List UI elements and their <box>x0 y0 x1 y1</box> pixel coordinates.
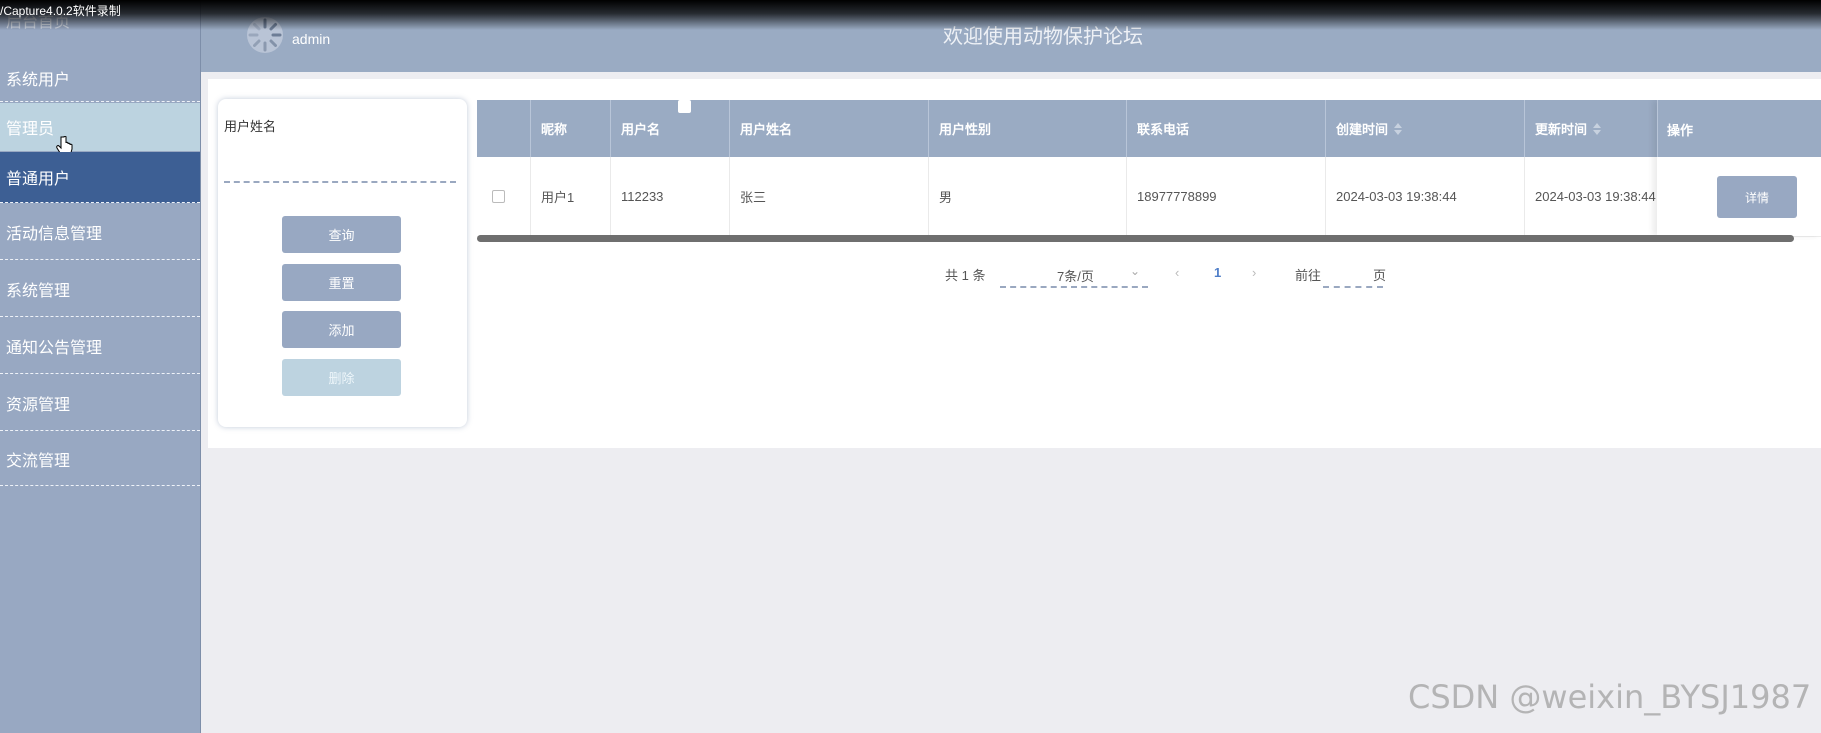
goto-label: 前往 <box>1295 268 1322 283</box>
sidebar-item-admins[interactable]: 管理员 <box>0 103 200 157</box>
cell-gender: 男 <box>929 157 1127 236</box>
sidebar-item-activities[interactable]: 活动信息管理 <box>0 204 200 260</box>
sidebar-item-home[interactable]: 后台首页 <box>0 6 200 34</box>
column-header: 用户性别 <box>929 100 1127 157</box>
username[interactable]: admin <box>292 31 330 47</box>
cell-phone: 18977778899 <box>1127 157 1326 236</box>
row-checkbox-cell <box>477 157 531 236</box>
header-checkbox-cell <box>477 100 691 157</box>
column-header: 操作 <box>1667 123 1694 138</box>
column-header-label: 更新时间 <box>1535 122 1588 137</box>
table-row: 用户1 112233 张三 男 18977778899 2024-03-03 1… <box>477 157 1821 237</box>
sidebar-item-label: 管理员 <box>6 121 55 138</box>
operations-column: 操作 详情 <box>1657 100 1821 236</box>
sidebar-item-notices[interactable]: 通知公告管理 <box>0 318 200 374</box>
sidebar: 后台首页 系统用户 管理员 普通用户 活动信息管理 系统管理 通知公告管理 资源… <box>0 0 201 733</box>
page-number-current[interactable]: 1 <box>1214 265 1221 280</box>
sort-icon[interactable] <box>1394 122 1403 136</box>
cell-realname: 张三 <box>730 157 929 236</box>
sidebar-item-exchange[interactable]: 交流管理 <box>0 432 200 486</box>
row-checkbox[interactable] <box>492 190 505 203</box>
search-card: 用户姓名 查询 重置 添加 删除 <box>218 99 467 427</box>
avatar <box>247 17 283 53</box>
chevron-down-icon: ⌄ <box>1129 264 1140 278</box>
column-header: 联系电话 <box>1127 100 1326 157</box>
add-button[interactable]: 添加 <box>282 311 401 348</box>
column-header: 用户姓名 <box>730 100 929 157</box>
page-size-value: 7条/页 <box>1057 269 1094 284</box>
cell-nickname: 用户1 <box>531 157 611 236</box>
cell-username: 112233 <box>611 157 730 236</box>
top-header: admin 欢迎使用动物保护论坛 <box>201 0 1821 72</box>
horizontal-scrollbar[interactable] <box>477 235 1794 242</box>
sidebar-item-resources[interactable]: 资源管理 <box>0 375 200 431</box>
column-header-sortable[interactable]: 创建时间 <box>1326 100 1525 157</box>
sidebar-item-system-settings[interactable]: 系统管理 <box>0 261 200 317</box>
sidebar-item-system-users[interactable]: 系统用户 <box>0 54 200 102</box>
cell-created: 2024-03-03 19:38:44 <box>1326 157 1525 236</box>
sort-icon[interactable] <box>1593 122 1602 136</box>
pagination-total: 共 1 条 <box>945 268 986 283</box>
sidebar-item-regular-users[interactable]: 普通用户 <box>0 152 200 203</box>
query-button[interactable]: 查询 <box>282 216 401 253</box>
table-header: 昵称 用户名 用户姓名 用户性别 联系电话 创建时间 更新时间 <box>477 100 1821 157</box>
next-page-icon[interactable]: › <box>1252 265 1256 280</box>
prev-page-icon[interactable]: ‹ <box>1175 265 1179 280</box>
column-header-label: 创建时间 <box>1336 122 1389 137</box>
search-input[interactable] <box>224 163 456 183</box>
reset-button[interactable]: 重置 <box>282 264 401 301</box>
search-label: 用户姓名 <box>224 119 277 134</box>
detail-button[interactable]: 详情 <box>1717 176 1797 218</box>
page-size-select[interactable]: 7条/页 ⌄ <box>1000 262 1148 288</box>
csdn-watermark: CSDN @weixin_BYSJ1987 <box>1408 678 1812 716</box>
page-title: 欢迎使用动物保护论坛 <box>943 26 1143 48</box>
column-header: 用户名 <box>611 100 730 157</box>
column-header: 昵称 <box>531 100 611 157</box>
delete-button: 删除 <box>282 359 401 396</box>
data-table: 昵称 用户名 用户姓名 用户性别 联系电话 创建时间 更新时间 用户1 1122… <box>477 100 1821 240</box>
goto-suffix: 页 <box>1373 268 1387 283</box>
